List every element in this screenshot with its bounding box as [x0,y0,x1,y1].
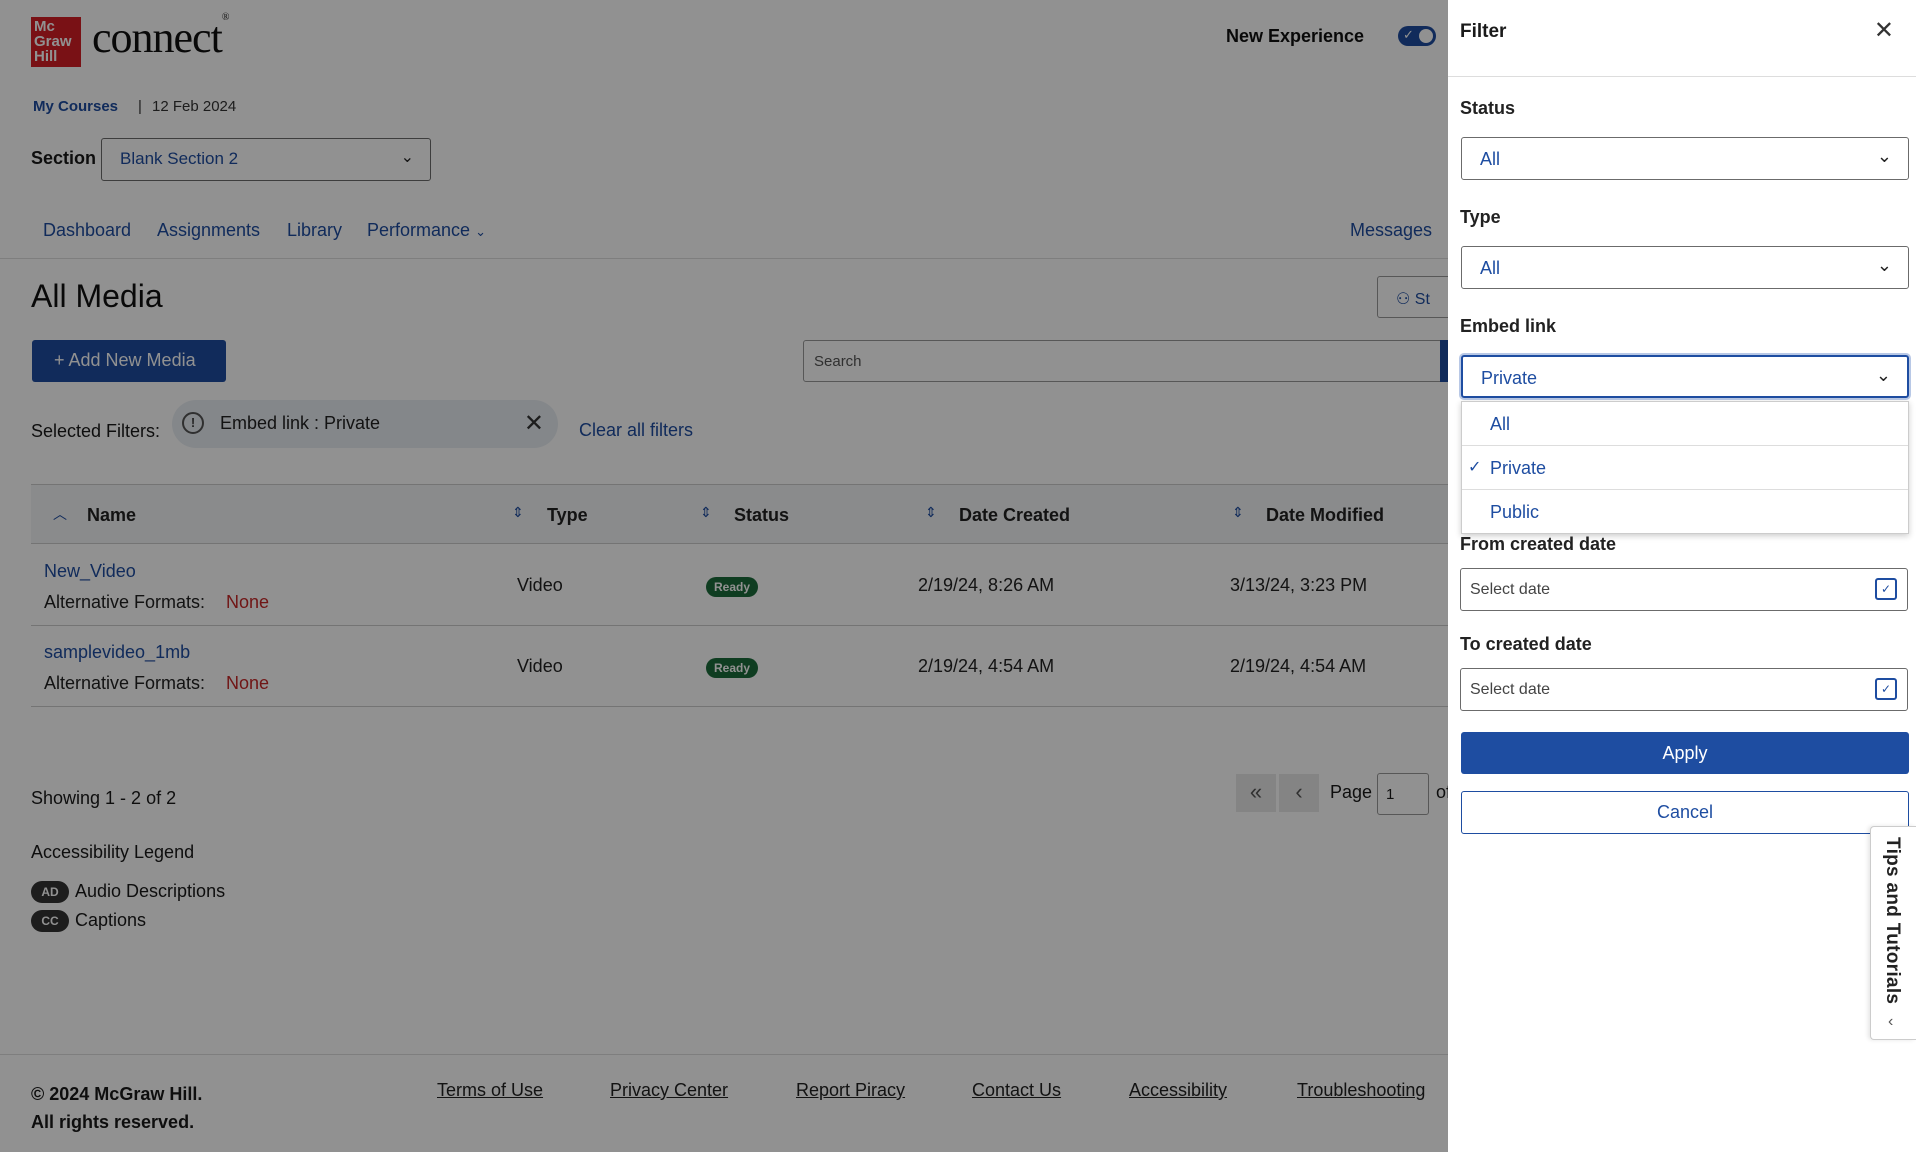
chevron-up-icon: ⌄ [1875,365,1891,385]
status-select[interactable]: All ⌄ [1461,137,1909,180]
status-label: Status [1460,98,1516,118]
embed-link-select[interactable]: Private ⌄ [1461,355,1909,398]
cancel-button[interactable]: Cancel [1461,791,1909,834]
calendar-icon[interactable]: ✓ [1875,578,1897,600]
check-icon: ✓ [1468,459,1482,476]
embed-link-label: Embed link [1460,316,1557,336]
option-private[interactable]: ✓ Private [1462,446,1908,490]
from-date-input[interactable]: Select date ✓ [1460,568,1908,611]
modal-overlay[interactable] [0,0,1448,1152]
option-public[interactable]: Public [1462,490,1908,534]
filter-title: Filter [1460,21,1507,42]
tips-and-tutorials-tab[interactable]: Tips and Tutorials ‹ [1870,826,1916,1040]
filter-panel: Filter ✕ Status All ⌄ Type All ⌄ Embed lin… [1448,0,1916,1152]
to-date-label: To created date [1460,634,1592,654]
chevron-left-icon: ‹ [1888,1013,1894,1030]
type-select[interactable]: All ⌄ [1461,246,1909,289]
close-icon[interactable]: ✕ [1874,16,1894,45]
option-all[interactable]: All [1462,402,1908,446]
chevron-down-icon: ⌄ [1876,255,1892,275]
apply-button[interactable]: Apply [1461,732,1909,774]
chevron-down-icon: ⌄ [1876,146,1892,166]
type-label: Type [1460,207,1501,227]
to-date-input[interactable]: Select date ✓ [1460,668,1908,711]
calendar-icon[interactable]: ✓ [1875,678,1897,700]
from-date-label: From created date [1460,534,1617,554]
tips-label: Tips and Tutorials [1882,837,1903,1005]
embed-link-dropdown: All ✓ Private Public [1461,401,1909,534]
panel-divider [1448,76,1916,77]
